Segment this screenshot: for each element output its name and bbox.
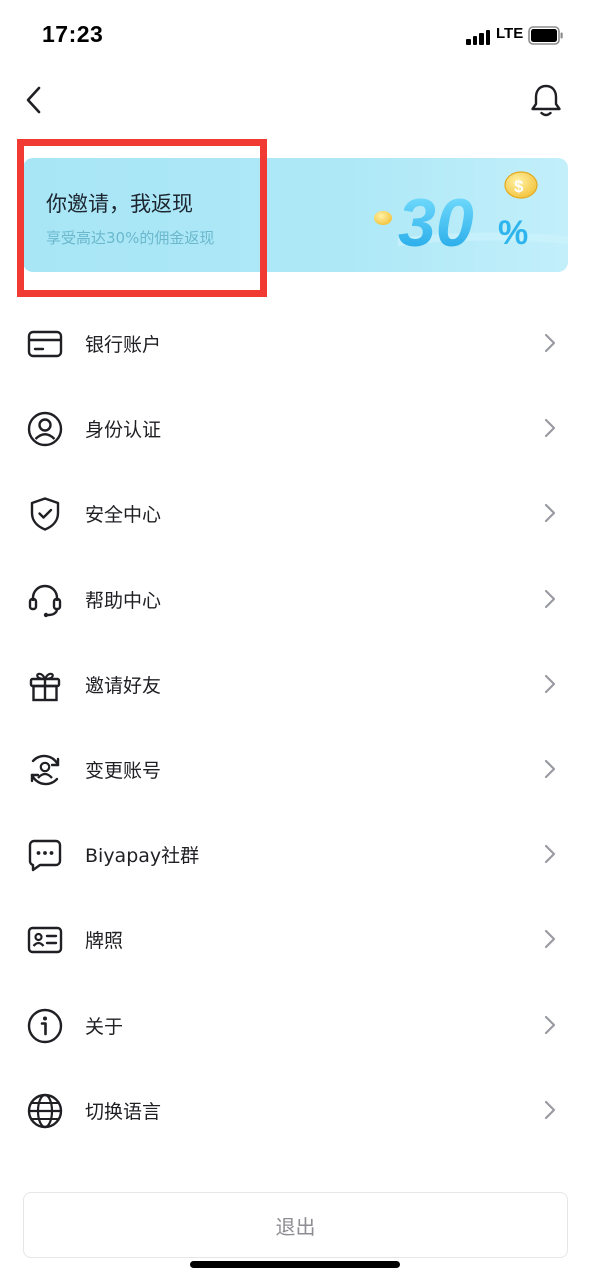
banner-art-number: 30: [398, 185, 474, 261]
status-bar: 17:23 LTE: [0, 0, 591, 70]
chevron-right-icon: [544, 1100, 556, 1119]
user-circle-icon: [26, 410, 64, 448]
status-time: 17:23: [42, 21, 104, 47]
menu-item-community[interactable]: Biyapay社群: [0, 811, 591, 896]
menu-item-identity-verification[interactable]: 身份认证: [0, 385, 591, 470]
logout-label: 退出: [275, 1214, 316, 1239]
home-indicator[interactable]: [190, 1261, 400, 1268]
menu-item-licenses[interactable]: 牌照: [0, 896, 591, 981]
menu-item-label: 银行账户: [85, 334, 162, 356]
menu-item-invite-friends[interactable]: 邀请好友: [0, 641, 591, 726]
battery-icon: [528, 26, 563, 45]
back-button[interactable]: [18, 81, 50, 119]
settings-menu: 银行账户 身份认证 安全中心 帮助中心 邀请好友 变更账号 Biyapay社群 …: [0, 300, 591, 1152]
bell-icon: [531, 84, 561, 117]
menu-item-switch-language[interactable]: 切换语言: [0, 1067, 591, 1152]
shield-check-icon: [26, 495, 64, 533]
info-icon: [26, 1007, 64, 1045]
chevron-right-icon: [544, 930, 556, 949]
chevron-right-icon: [544, 589, 556, 608]
chevron-right-icon: [544, 759, 556, 779]
chevron-right-icon: [544, 674, 556, 693]
menu-item-security-center[interactable]: 安全中心: [0, 470, 591, 555]
signal-icon: [466, 29, 492, 45]
chevron-right-icon: [544, 1015, 556, 1034]
menu-item-label: Biyapay社群: [85, 845, 200, 868]
menu-item-change-account[interactable]: 变更账号: [0, 726, 591, 811]
menu-item-label: 帮助中心: [85, 589, 162, 612]
menu-item-label: 关于: [85, 1015, 124, 1038]
chevron-right-icon: [544, 419, 556, 438]
chevron-right-icon: [544, 845, 556, 864]
switch-account-icon: [26, 751, 64, 789]
network-type: LTE: [496, 25, 524, 42]
headset-icon: [26, 581, 64, 619]
chevron-right-icon: [544, 333, 556, 353]
menu-item-help-center[interactable]: 帮助中心: [0, 556, 591, 641]
nav-bar: [0, 75, 591, 125]
menu-item-label: 身份认证: [85, 419, 162, 442]
menu-item-about[interactable]: 关于: [0, 982, 591, 1067]
gift-icon: [26, 666, 64, 704]
logout-button[interactable]: 退出: [23, 1192, 568, 1258]
chat-bubble-icon: [26, 836, 64, 874]
notification-button[interactable]: [527, 80, 565, 120]
chevron-right-icon: [544, 504, 556, 523]
chevron-left-icon: [26, 86, 41, 114]
cashback-30-percent-illustration: 30 % $: [374, 171, 568, 261]
menu-item-label: 邀请好友: [85, 674, 162, 697]
banner-art-percent: %: [498, 214, 528, 252]
menu-item-label: 变更账号: [85, 759, 162, 782]
menu-item-bank-account[interactable]: 银行账户: [0, 300, 591, 385]
bank-card-icon: [26, 325, 64, 363]
globe-icon: [26, 1092, 64, 1130]
highlight-annotation-box: [17, 139, 267, 297]
svg-text:$: $: [514, 177, 524, 196]
menu-item-label: 切换语言: [85, 1100, 162, 1123]
menu-item-label: 安全中心: [85, 504, 162, 527]
id-card-icon: [26, 921, 64, 959]
menu-item-label: 牌照: [85, 930, 124, 953]
